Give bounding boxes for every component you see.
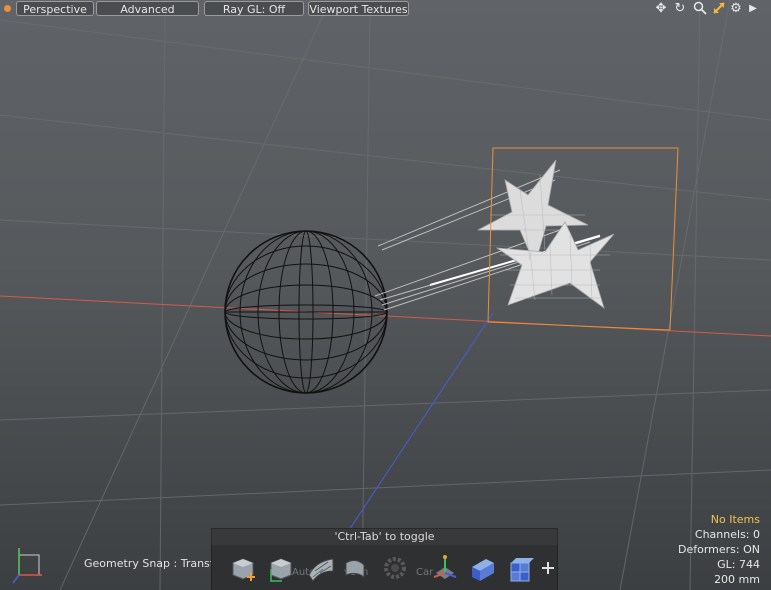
star-front [495,221,615,310]
sphere-wireframe [224,230,388,394]
fit-icon[interactable] [711,1,727,17]
plus-icon[interactable] [538,553,558,583]
deformers-status: Deformers: ON [678,543,760,556]
center-action-icon[interactable] [430,553,460,583]
bottom-toolbar: Auto ve in Car [211,545,558,590]
rotate-icon[interactable]: ↻ [672,1,688,17]
cube-blue-icon[interactable] [468,553,498,583]
textures-dropdown[interactable]: Viewport Textures [308,1,409,16]
arrow-right-icon[interactable]: ▶ [745,1,761,17]
multi-cube-icon[interactable] [506,553,536,583]
add-item-icon[interactable] [228,553,258,583]
ctrl-tab-hint: 'Ctrl-Tab' to toggle [211,528,558,545]
raygl-dropdown[interactable]: Ray GL: Off [204,1,304,16]
viewport-menu-icon[interactable] [4,5,11,12]
curve-icon[interactable] [342,553,372,583]
scene-canvas[interactable] [0,0,771,590]
3d-viewport[interactable] [0,0,771,590]
deform-surface-icon[interactable] [306,553,336,583]
z-axis [348,312,494,531]
selection-status: No Items [710,513,760,526]
channels-count: Channels: 0 [694,528,760,541]
zoom-icon[interactable] [692,1,708,17]
grid-scale: 200 mm [714,573,760,586]
shading-dropdown[interactable]: Advanced [96,1,199,16]
cube-icon[interactable] [266,553,296,583]
settings-gear-icon[interactable] [380,553,410,583]
gear-icon[interactable]: ⚙ [728,1,744,17]
gl-count: GL: 744 [717,558,760,571]
axis-gizmo [12,548,42,584]
selection-bounding-box [487,147,679,331]
viewport-info: No Items Channels: 0 Deformers: ON GL: 7… [678,512,760,587]
view-mode-dropdown[interactable]: Perspective [16,1,94,16]
move-icon[interactable]: ✥ [653,1,669,17]
